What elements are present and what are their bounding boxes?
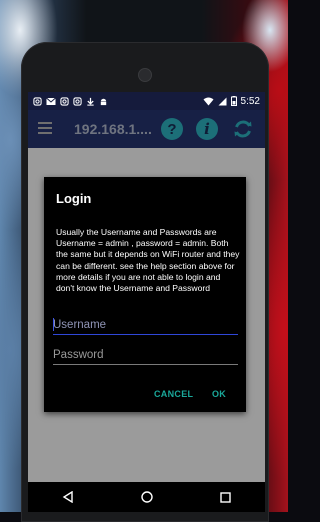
ok-button[interactable]: OK [212, 389, 226, 399]
home-button[interactable] [132, 485, 162, 509]
wifi-icon [203, 97, 214, 105]
app-bar: 192.168.1.... ? i [28, 110, 265, 148]
back-icon [62, 491, 73, 503]
battery-icon [230, 96, 237, 106]
login-dialog: Login Usually the Username and Passwords… [44, 177, 246, 412]
status-time: 5:52 [240, 95, 260, 107]
home-icon [140, 491, 153, 503]
system-status: 5:52 [203, 96, 260, 107]
back-button[interactable] [53, 485, 83, 509]
instagram-icon [60, 96, 69, 106]
instagram-icon [33, 96, 42, 106]
help-icon[interactable]: ? [161, 118, 183, 140]
password-input[interactable] [53, 346, 238, 365]
status-bar: 5:52 [28, 92, 265, 110]
refresh-icon[interactable] [232, 118, 254, 140]
dialog-message: Usually the Username and Passwords are U… [56, 227, 240, 294]
recents-button[interactable] [211, 485, 241, 509]
app-title: 192.168.1.... [74, 121, 152, 137]
menu-icon[interactable] [38, 122, 52, 134]
cancel-button[interactable]: CANCEL [154, 389, 193, 399]
mail-icon [46, 97, 56, 105]
instagram-icon [73, 96, 82, 106]
username-input[interactable] [53, 316, 238, 335]
signal-icon [218, 97, 227, 105]
recents-icon [220, 491, 231, 503]
notification-icons [33, 96, 108, 106]
navigation-bar [28, 482, 265, 512]
android-icon [100, 98, 107, 105]
info-icon[interactable]: i [196, 118, 218, 140]
phone-speaker [138, 68, 152, 82]
download-icon [87, 97, 94, 106]
dialog-title: Login [56, 191, 92, 206]
text-cursor [53, 318, 54, 331]
